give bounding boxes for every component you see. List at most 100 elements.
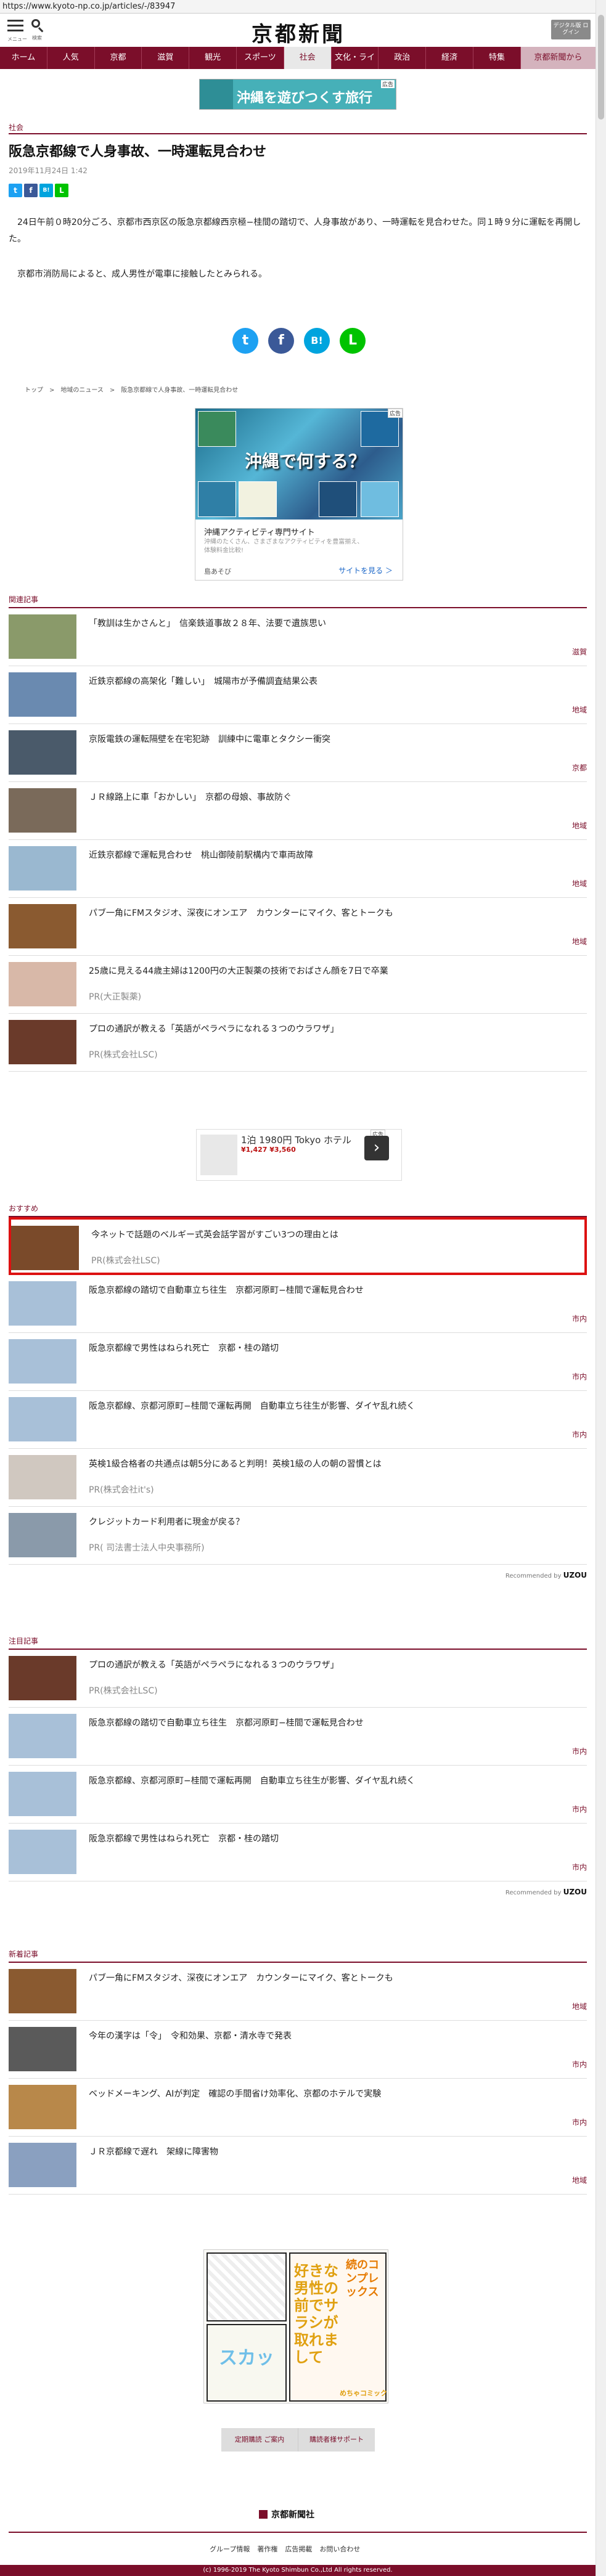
okinawa-ad-cta[interactable]: サイトを見る ＞ [338, 565, 393, 576]
footer-nav-link[interactable]: グループ情報 [210, 2544, 250, 2554]
article-thumbnail[interactable] [9, 788, 76, 833]
top-ad-banner[interactable]: 沖縄を遊びつくす旅行 広告 [199, 79, 396, 110]
category-tag[interactable]: 市内 [572, 2117, 587, 2127]
article-thumbnail[interactable] [9, 2143, 76, 2187]
category-tag[interactable]: 市内 [572, 1313, 587, 1324]
category-tag[interactable]: 市内 [572, 1746, 587, 1756]
footer-nav-link[interactable]: 著作権 [257, 2544, 277, 2554]
address-bar[interactable]: https://www.kyoto-np.co.jp/articles/-/83… [0, 0, 606, 14]
article-thumbnail[interactable] [9, 904, 76, 948]
footer-nav-link[interactable]: 広告掲載 [285, 2544, 312, 2554]
article-title-link[interactable]: 阪急京都線、京都河原町−桂間で運転再開 自動車立ち往生が影響、ダイヤ乱れ続く [89, 1400, 570, 1412]
nav-item[interactable]: 滋賀 [142, 47, 190, 69]
site-logo[interactable]: 京都新聞 [252, 17, 345, 47]
article-title-link[interactable]: 25歳に見える44歳主婦は1200円の大正製薬の技術でおばさん顔を7日で卒業 [89, 964, 570, 977]
article-list-item[interactable]: 近鉄京都線で運転見合わせ 桃山御陵前駅構内で車両故障地域 [9, 840, 587, 898]
okinawa-ad-headline[interactable]: 沖縄アクティビティ専門サイト [204, 526, 315, 537]
article-list-item[interactable]: 今年の漢字は「令」 令和効果、京都・清水寺で発表市内 [9, 2021, 587, 2079]
article-thumbnail[interactable] [9, 1830, 76, 1874]
article-title-link[interactable]: 今年の漢字は「令」 令和効果、京都・清水寺で発表 [89, 2029, 570, 2042]
category-tag[interactable]: 市内 [572, 2059, 587, 2069]
chevron-right-icon[interactable]: › [364, 1136, 389, 1160]
nav-item[interactable]: 政治 [379, 47, 427, 69]
nav-item[interactable]: ホーム [0, 47, 47, 69]
article-list-item[interactable]: ＪＲ京都線で遅れ 架線に障害物 地域 [9, 2137, 587, 2195]
okinawa-ad[interactable]: 沖縄で何する？ 広告 沖縄アクティビティ専門サイト 沖縄のたくさん、さまざまなア… [195, 408, 403, 581]
category-tag[interactable]: 京都 [572, 762, 587, 773]
article-list-item[interactable]: 英検1級合格者の共通点は朝5分にあると判明！英検1級の人の朝の習慣とは PR(株式… [9, 1449, 587, 1507]
article-thumbnail[interactable] [9, 614, 76, 659]
article-thumbnail[interactable] [9, 1656, 76, 1700]
article-thumbnail[interactable] [9, 730, 76, 775]
category-tag[interactable]: 地域 [572, 2175, 587, 2185]
article-list-item[interactable]: パブ一角にFMスタジオ、深夜にオンエア カウンターにマイク、客とトークも 地域 [9, 898, 587, 956]
article-title-link[interactable]: 近鉄京都線で運転見合わせ 桃山御陵前駅構内で車両故障 [89, 849, 570, 861]
nav-item[interactable]: 経済 [426, 47, 473, 69]
article-thumbnail[interactable] [9, 1020, 76, 1064]
article-title-link[interactable]: 今ネットで話題のベルギー式英会話学習がすごい3つの理由とは [91, 1228, 572, 1241]
article-thumbnail[interactable] [9, 1281, 76, 1326]
twitter-share-icon[interactable]: t [9, 184, 22, 197]
article-list-item[interactable]: 阪急京都線の踏切で自動車立ち往生 京都河原町−桂間で運転見合わせ市内 [9, 1275, 587, 1333]
category-tag[interactable]: 地域 [572, 704, 587, 715]
article-title-link[interactable]: 近鉄京都線の高架化「難しい」 城陽市が予備調査結果公表 [89, 675, 570, 687]
nav-item[interactable]: 京都 [95, 47, 142, 69]
breadcrumb-item[interactable]: 阪急京都線で人身事故、一時運転見合わせ [121, 387, 238, 394]
category-tag[interactable]: 地域 [572, 878, 587, 889]
article-thumbnail[interactable] [9, 2027, 76, 2071]
nav-item[interactable]: 社会 [284, 47, 332, 69]
article-thumbnail[interactable] [9, 2085, 76, 2129]
article-list-item[interactable]: 阪急京都線、京都河原町−桂間で運転再開 自動車立ち往生が影響、ダイヤ乱れ続く 市内 [9, 1766, 587, 1824]
article-title-link[interactable]: クレジットカード利用者に現金が戻る？ [89, 1515, 570, 1528]
article-title-link[interactable]: 阪急京都線の踏切で自動車立ち往生 京都河原町−桂間で運転見合わせ [89, 1284, 570, 1296]
article-title-link[interactable]: プロの通訳が教える「英語がペラペラになれる３つのウラワザ」 [89, 1022, 570, 1035]
article-thumbnail[interactable] [9, 1772, 76, 1816]
category-tag[interactable]: 市内 [572, 1804, 587, 1814]
article-title-link[interactable]: プロの通訳が教える「英語がペラペラになれる３つのウラワザ」 [89, 1658, 570, 1671]
article-title-link[interactable]: 英検1級合格者の共通点は朝5分にあると判明！英検1級の人の朝の習慣とは [89, 1457, 570, 1470]
article-thumbnail[interactable] [9, 1513, 76, 1557]
line-share-icon[interactable]: L [340, 328, 366, 354]
category-tag[interactable]: 市内 [572, 1862, 587, 1872]
article-thumbnail[interactable] [11, 1226, 79, 1270]
category-tag[interactable]: 地域 [572, 2001, 587, 2011]
article-list-item[interactable]: パブ一角にFMスタジオ、深夜にオンエア カウンターにマイク、客とトークも地域 [9, 1963, 587, 2021]
category-tag[interactable]: 市内 [572, 1371, 587, 1382]
article-list-item[interactable]: 「教訓は生かさんと」 信楽鉄道事故２８年、法要で遺族思い 滋賀 [9, 608, 587, 666]
category-tag[interactable]: 滋賀 [572, 646, 587, 657]
article-title-link[interactable]: パブ一角にFMスタジオ、深夜にオンエア カウンターにマイク、客とトークも [89, 907, 570, 919]
article-title-link[interactable]: 阪急京都線で男性はねられ死亡 京都・桂の踏切 [89, 1342, 570, 1354]
search-icon[interactable]: 検索 [31, 18, 44, 41]
article-list-item[interactable]: 阪急京都線、京都河原町−桂間で運転再開 自動車立ち往生が影響、ダイヤ乱れ続く 市内 [9, 1391, 587, 1449]
article-list-item[interactable]: 阪急京都線で男性はねられ死亡 京都・桂の踏切市内 [9, 1333, 587, 1391]
nav-item[interactable]: 観光 [189, 47, 237, 69]
article-thumbnail[interactable] [9, 1339, 76, 1384]
article-thumbnail[interactable] [9, 962, 76, 1006]
category-tag[interactable]: 地域 [572, 820, 587, 831]
article-thumbnail[interactable] [9, 1397, 76, 1441]
article-list-item[interactable]: 25歳に見える44歳主婦は1200円の大正製薬の技術でおばさん顔を7日で卒業 PR… [9, 956, 587, 1014]
hotel-ad[interactable]: 1泊 1980円 Tokyo ホテル ¥1,427 ¥3,560 広告 › [196, 1129, 402, 1181]
subscription-link[interactable]: 定期購読 ご案内 [221, 2428, 298, 2452]
facebook-share-icon[interactable]: f [268, 328, 294, 354]
article-thumbnail[interactable] [9, 1714, 76, 1758]
article-list-item[interactable]: プロの通訳が教える「英語がペラペラになれる３つのウラワザ」 PR(株式会社LSC) [9, 1650, 587, 1708]
article-title-link[interactable]: ＪＲ線路上に車「おかしい」 京都の母娘、事故防ぐ [89, 791, 570, 803]
hatena-share-icon[interactable]: B! [39, 184, 53, 197]
facebook-share-icon[interactable]: f [24, 184, 38, 197]
twitter-share-icon[interactable]: t [232, 328, 258, 354]
article-title-link[interactable]: パブ一角にFMスタジオ、深夜にオンエア カウンターにマイク、客とトークも [89, 1971, 570, 1984]
scrollbar[interactable] [596, 0, 606, 2576]
subscriber-support-link[interactable]: 購読者様サポート [298, 2428, 375, 2452]
nav-item[interactable]: 人気 [47, 47, 95, 69]
uzou-logo[interactable]: UZOU [563, 1888, 587, 1896]
article-title-link[interactable]: 阪急京都線で男性はねられ死亡 京都・桂の踏切 [89, 1832, 570, 1844]
article-list-item[interactable]: 阪急京都線の踏切で自動車立ち往生 京都河原町−桂間で運転見合わせ 市内 [9, 1708, 587, 1766]
nav-item[interactable]: スポーツ [237, 47, 284, 69]
digital-login-button[interactable]: デジタル版 ログイン [551, 20, 591, 39]
uzou-logo[interactable]: UZOU [563, 1571, 587, 1579]
breadcrumb-item[interactable]: 地域のニュース [60, 387, 104, 394]
article-list-item[interactable]: クレジットカード利用者に現金が戻る？ PR( 司法書士法人中央事務所) [9, 1507, 587, 1565]
nav-item[interactable]: 文化・ライフ [332, 47, 379, 84]
article-list-item[interactable]: 今ネットで話題のベルギー式英会話学習がすごい3つの理由とは PR(株式会社LSC) [9, 1217, 587, 1275]
